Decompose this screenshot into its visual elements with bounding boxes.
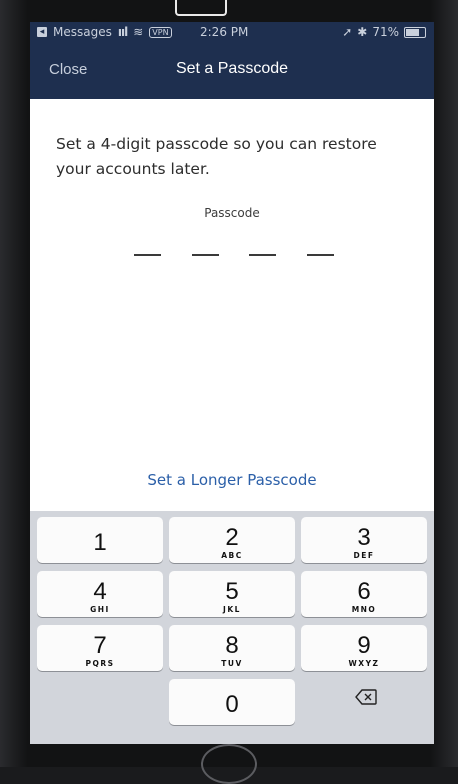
passcode-digit-slot	[134, 254, 161, 256]
backspace-icon	[355, 689, 377, 705]
battery-percent: 71%	[372, 25, 399, 39]
status-right: ➚ ✱ 71%	[342, 25, 426, 39]
set-longer-passcode-link[interactable]: Set a Longer Passcode	[30, 471, 434, 489]
home-button[interactable]	[201, 744, 257, 784]
key-letters: DEF	[353, 551, 375, 560]
status-bar: ◂ Messages ııl ≋ VPN 2:26 PM ➚ ✱ 71%	[30, 22, 434, 44]
key-4[interactable]: 4 GHI	[37, 571, 163, 617]
status-time: 2:26 PM	[200, 25, 249, 39]
passcode-digit-slot	[306, 254, 334, 256]
back-app-label[interactable]: Messages	[53, 25, 112, 39]
passcode-digit-slot	[249, 254, 277, 256]
location-icon: ➚	[342, 25, 353, 39]
key-letters: JKL	[223, 605, 241, 614]
key-letters: MNO	[351, 605, 377, 614]
key-digit: 2	[225, 524, 239, 551]
key-digit: 3	[357, 524, 371, 551]
instructions-text: Set a 4-digit passcode so you can restor…	[56, 135, 377, 178]
key-digit: 8	[225, 632, 239, 659]
key-digit: 9	[357, 632, 371, 659]
key-0[interactable]: 0	[169, 679, 295, 725]
passcode-label: Passcode	[204, 206, 260, 220]
key-letters: ABC	[221, 551, 243, 560]
key-digit: 6	[357, 578, 371, 605]
key-digit: 7	[93, 632, 107, 659]
key-letters: TUV	[221, 659, 243, 668]
key-letters: GHI	[90, 605, 110, 614]
key-digit: 4	[93, 578, 107, 605]
battery-icon	[404, 26, 426, 38]
key-letters: WXYZ	[348, 659, 380, 668]
passcode-digit-slot	[191, 254, 219, 256]
page-title: Set a Passcode	[175, 60, 289, 77]
key-3[interactable]: 3 DEF	[301, 517, 427, 563]
key-2[interactable]: 2 ABC	[169, 517, 295, 563]
key-8[interactable]: 8 TUV	[169, 625, 295, 671]
signal-icon: ııl	[117, 25, 128, 39]
key-digit: 1	[93, 529, 107, 556]
numeric-keypad: 1 2 ABC 3 DEF 4 GHI 5 JKL 6 MNO 7 PQRS 8…	[30, 511, 434, 744]
key-digit: 5	[225, 578, 239, 605]
wifi-icon: ≋	[133, 25, 144, 39]
key-1[interactable]: 1	[37, 517, 163, 563]
bluetooth-icon: ✱	[357, 25, 368, 39]
phone-screen: ◂ Messages ııl ≋ VPN 2:26 PM ➚ ✱ 71% Clo…	[30, 22, 434, 744]
passcode-entry[interactable]	[134, 254, 334, 258]
delete-key[interactable]	[301, 679, 427, 725]
key-9[interactable]: 9 WXYZ	[301, 625, 427, 671]
key-digit: 0	[225, 691, 239, 718]
key-6[interactable]: 6 MNO	[301, 571, 427, 617]
back-arrow-icon[interactable]: ◂	[37, 27, 47, 37]
key-letters: PQRS	[85, 659, 115, 668]
key-7[interactable]: 7 PQRS	[37, 625, 163, 671]
navigation-bar: ◂ Messages ııl ≋ VPN 2:26 PM ➚ ✱ 71% Clo…	[30, 22, 434, 99]
status-left: ◂ Messages ııl ≋ VPN	[37, 25, 172, 39]
key-5[interactable]: 5 JKL	[169, 571, 295, 617]
vpn-badge: VPN	[149, 26, 172, 38]
camera-notch-outline	[175, 0, 227, 16]
